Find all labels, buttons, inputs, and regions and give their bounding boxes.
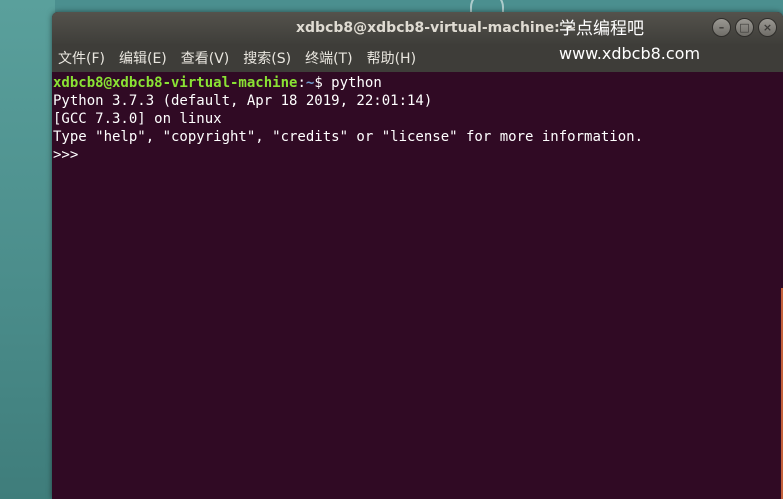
prompt-user: xdbcb8@xdbcb8-virtual-machine (53, 75, 298, 91)
menu-view[interactable]: 查看(V) (181, 48, 230, 68)
window-controls: – □ × (712, 18, 777, 37)
watermark: 学点编程吧 www.xdbcb8.com (559, 18, 700, 65)
terminal-output[interactable]: xdbcb8@xdbcb8-virtual-machine:~$ python … (52, 72, 783, 499)
output-line: Python 3.7.3 (default, Apr 18 2019, 22:0… (53, 93, 433, 109)
prompt-line: xdbcb8@xdbcb8-virtual-machine:~$ python (53, 74, 783, 92)
menu-terminal[interactable]: 终端(T) (305, 48, 352, 68)
python-prompt[interactable]: >>> (53, 146, 783, 164)
output-line: [GCC 7.3.0] on linux (53, 111, 222, 127)
menu-edit[interactable]: 编辑(E) (119, 48, 167, 68)
window-title: xdbcb8@xdbcb8-virtual-machine: ~ (296, 20, 577, 36)
menu-help[interactable]: 帮助(H) (367, 48, 416, 68)
prompt-separator: : (297, 75, 306, 91)
terminal-window[interactable]: xdbcb8@xdbcb8-virtual-machine: ~ – □ × 文… (52, 12, 783, 499)
watermark-title: 学点编程吧 (559, 19, 644, 39)
maximize-icon[interactable]: □ (735, 18, 754, 37)
close-icon[interactable]: × (758, 18, 777, 37)
desktop-background (0, 0, 55, 499)
output-line: Type "help", "copyright", "credits" or "… (53, 129, 644, 145)
prompt-command: $ python (314, 75, 382, 91)
menu-search[interactable]: 搜索(S) (243, 48, 291, 68)
minimize-icon[interactable]: – (712, 18, 731, 37)
menu-file[interactable]: 文件(F) (58, 48, 105, 68)
watermark-url: www.xdbcb8.com (559, 44, 701, 63)
